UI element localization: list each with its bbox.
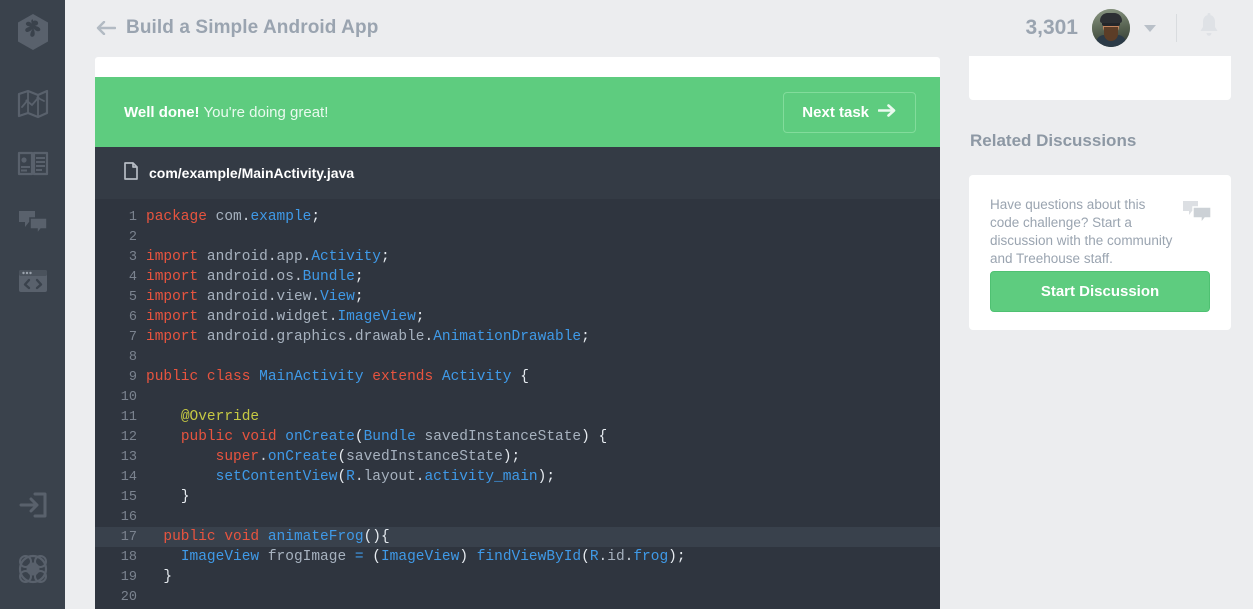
code-text: import android.os.Bundle; xyxy=(146,269,364,285)
related-discussions-heading: Related Discussions xyxy=(970,131,1137,150)
code-line[interactable]: 1 package com.example; xyxy=(95,207,940,227)
code-line[interactable]: 15 } xyxy=(95,487,940,507)
code-line[interactable]: 11 @Override xyxy=(95,407,940,427)
line-number: 10 xyxy=(120,389,137,405)
code-text: ImageView frogImage = (ImageView) findVi… xyxy=(180,549,686,565)
sign-in-button[interactable] xyxy=(0,473,65,537)
next-task-label: Next task xyxy=(802,103,869,121)
help-button[interactable] xyxy=(0,537,65,601)
discussion-copy: Have questions about this code challenge… xyxy=(990,197,1173,266)
discussion-card: Have questions about this code challenge… xyxy=(969,175,1231,330)
line-number: 6 xyxy=(128,309,137,325)
code-text: public class MainActivity extends Activi… xyxy=(146,369,529,385)
line-number: 15 xyxy=(120,489,137,505)
treehouse-logo[interactable] xyxy=(9,8,57,56)
line-number: 19 xyxy=(120,569,137,585)
arrow-left-icon[interactable] xyxy=(96,21,116,35)
sidebar-item-community[interactable] xyxy=(0,192,65,251)
code-line[interactable]: 20 xyxy=(95,587,940,607)
code-text: @Override xyxy=(180,409,260,425)
rail-bottom-items xyxy=(0,473,65,609)
line-number: 20 xyxy=(120,589,137,605)
code-line[interactable]: 16 xyxy=(95,507,940,527)
code-line[interactable]: 8 xyxy=(95,347,940,367)
top-header: Build a Simple Android App 3,301 xyxy=(65,0,1253,56)
sidebar-item-workspaces[interactable] xyxy=(0,251,65,310)
sign-in-icon xyxy=(19,492,46,518)
file-header: com/example/MainActivity.java xyxy=(95,147,940,199)
arrow-right-icon xyxy=(877,103,897,121)
code-line[interactable]: 9 public class MainActivity extends Activ… xyxy=(95,367,940,387)
line-number: 18 xyxy=(120,549,137,565)
chevron-down-icon[interactable] xyxy=(1144,24,1156,32)
code-line[interactable]: 6 import android.widget.ImageView; xyxy=(95,307,940,327)
left-nav-rail xyxy=(0,0,65,609)
code-text: } xyxy=(163,569,173,585)
line-number: 2 xyxy=(128,229,137,245)
code-text: super.onCreate(savedInstanceState); xyxy=(215,449,521,465)
banner-subtext: You're doing great! xyxy=(203,103,329,121)
line-number: 3 xyxy=(128,249,137,265)
header-divider xyxy=(1176,14,1177,42)
code-window-icon xyxy=(18,269,47,292)
code-line[interactable]: 12 public void onCreate(Bundle savedInst… xyxy=(95,427,940,447)
file-icon xyxy=(124,161,138,185)
code-line[interactable]: 19 } xyxy=(95,567,940,587)
code-line[interactable]: 14 setContentView(R.layout.activity_main… xyxy=(95,467,940,487)
app-root: Related Discussions Have questions about… xyxy=(0,0,1253,609)
code-text: public void onCreate(Bundle savedInstanc… xyxy=(180,429,608,445)
line-number: 7 xyxy=(128,329,137,345)
sidebar-item-tracks[interactable] xyxy=(0,74,65,133)
code-text: } xyxy=(180,489,190,505)
chat-bubbles-icon xyxy=(18,210,48,236)
main-content-card: Well done! You're doing great! Next task xyxy=(95,57,940,609)
file-path: com/example/MainActivity.java xyxy=(149,165,355,181)
line-number: 1 xyxy=(128,209,137,225)
code-text: public void animateFrog(){ xyxy=(163,529,390,545)
library-book-icon xyxy=(17,151,48,175)
code-line[interactable]: 3 import android.app.Activity; xyxy=(95,247,940,267)
start-discussion-button[interactable]: Start Discussion xyxy=(990,271,1210,312)
code-text: package com.example; xyxy=(146,209,321,225)
line-number: 13 xyxy=(120,449,137,465)
line-number: 17 xyxy=(120,529,137,545)
sidebar-item-library[interactable] xyxy=(0,133,65,192)
line-number: 16 xyxy=(120,509,137,525)
code-line[interactable]: 5 import android.view.View; xyxy=(95,287,940,307)
code-line[interactable]: 13 super.onCreate(savedInstanceState); xyxy=(95,447,940,467)
code-line[interactable]: 2 xyxy=(95,227,940,247)
line-number: 12 xyxy=(120,429,137,445)
code-line[interactable]: 17 public void animateFrog(){ xyxy=(95,527,940,547)
next-task-button[interactable]: Next task xyxy=(783,91,916,133)
bell-icon[interactable] xyxy=(1197,12,1221,44)
banner-message: Well done! You're doing great! xyxy=(124,104,328,121)
code-line[interactable]: 18 ImageView frogImage = (ImageView) fin… xyxy=(95,547,940,567)
header-right-group: 3,301 xyxy=(1025,9,1221,47)
line-number: 5 xyxy=(128,289,137,305)
code-line[interactable]: 10 xyxy=(95,387,940,407)
code-editor[interactable]: 1 package com.example; 2 3 import android.ap… xyxy=(95,199,940,609)
line-number: 4 xyxy=(128,269,137,285)
banner-headline: Well done! xyxy=(124,103,200,121)
lifebuoy-icon xyxy=(18,554,47,584)
code-text: setContentView(R.layout.activity_main); xyxy=(215,469,556,485)
code-text: import android.widget.ImageView; xyxy=(146,309,425,325)
page-title: Build a Simple Android App xyxy=(126,17,379,38)
rail-primary-items xyxy=(0,74,65,310)
chat-bubbles-icon xyxy=(1182,199,1212,230)
code-line[interactable]: 7 import android.graphics.drawable.Animat… xyxy=(95,327,940,347)
code-text: import android.app.Activity; xyxy=(146,249,390,265)
code-line[interactable]: 4 import android.os.Bundle; xyxy=(95,267,940,287)
code-text: import android.view.View; xyxy=(146,289,364,305)
map-icon xyxy=(17,89,48,118)
points-total: 3,301 xyxy=(1025,16,1078,39)
avatar[interactable] xyxy=(1092,9,1130,47)
line-number: 14 xyxy=(120,469,137,485)
success-banner: Well done! You're doing great! Next task xyxy=(95,77,940,147)
line-number: 11 xyxy=(120,409,137,425)
code-text: import android.graphics.drawable.Animati… xyxy=(146,329,590,345)
line-number: 8 xyxy=(128,349,137,365)
line-number: 9 xyxy=(128,369,137,385)
